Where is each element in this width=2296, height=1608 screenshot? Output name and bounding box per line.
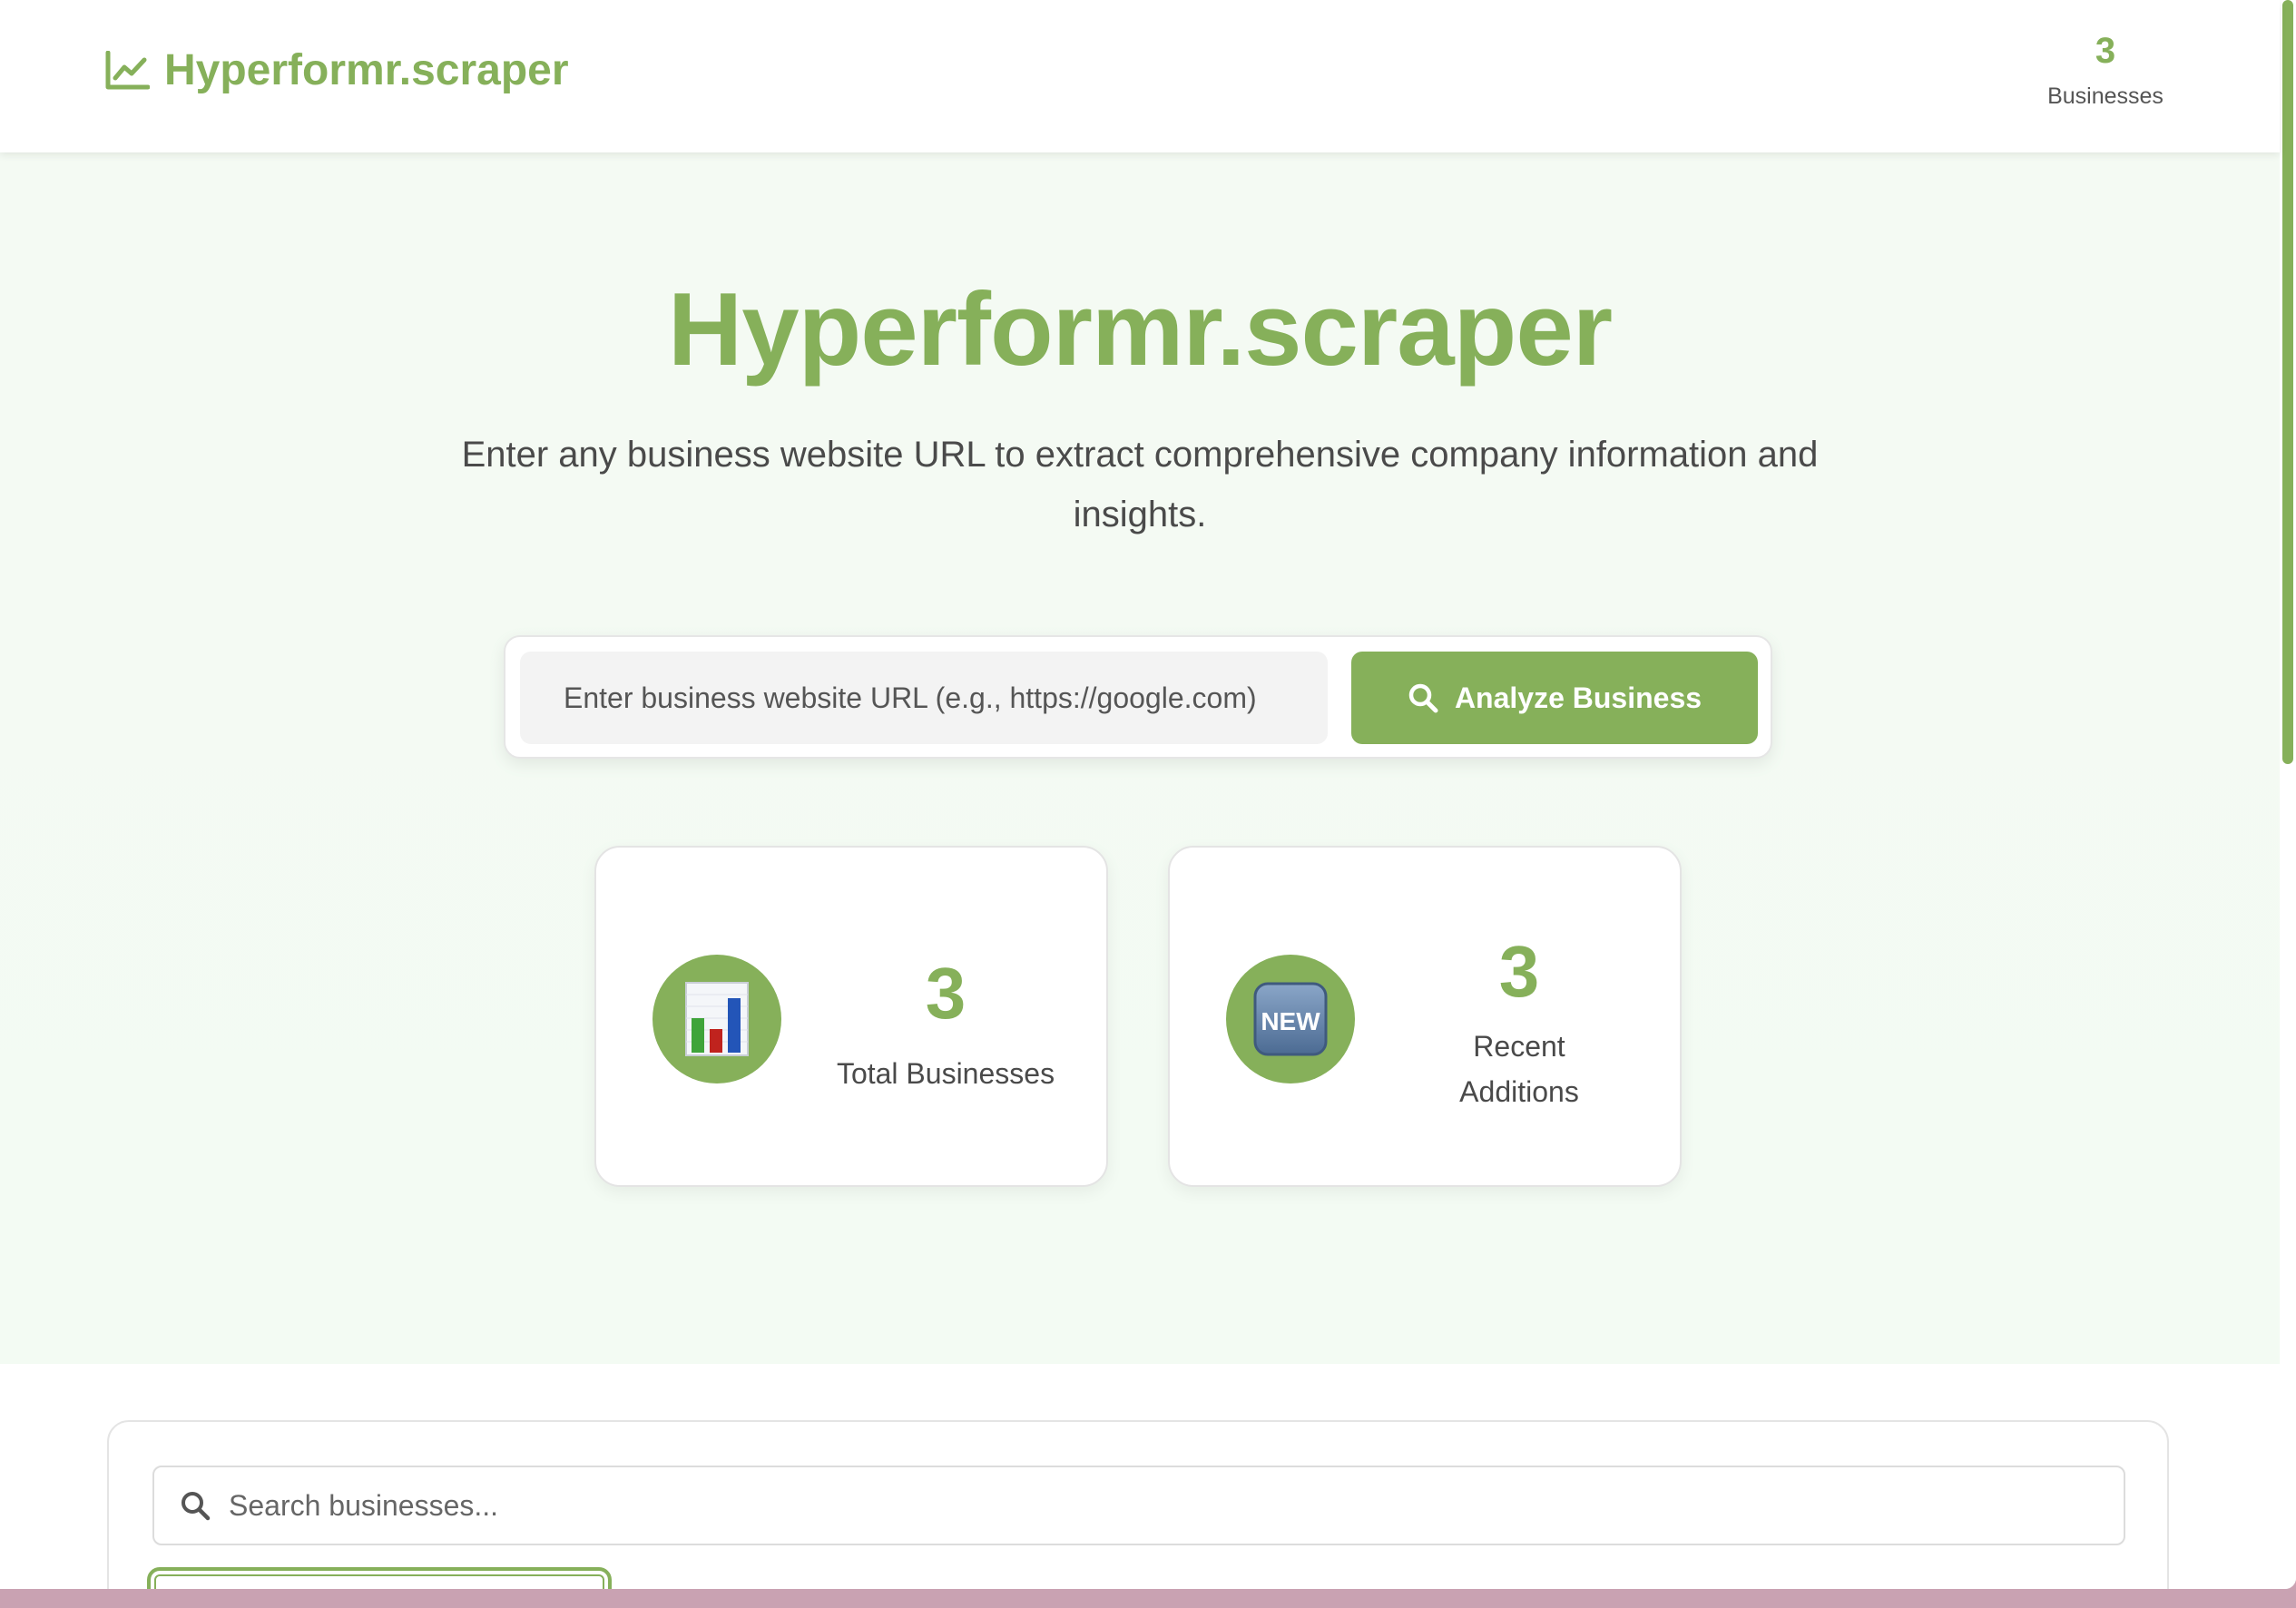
business-search-input[interactable] — [229, 1488, 1953, 1523]
top-header: Hyperformr.scraper 3 Businesses — [0, 0, 2280, 152]
scrollbar-thumb[interactable] — [2282, 0, 2293, 764]
scrollbar[interactable] — [2280, 0, 2296, 1589]
stat-label: Recent Additions — [1459, 1030, 1579, 1108]
stat-icon-circle — [652, 955, 781, 1083]
app-window: Hyperformr.scraper 3 Businesses Hyperfor… — [0, 0, 2296, 1589]
search-icon — [1408, 683, 1438, 713]
new-badge-icon: NEW — [1253, 982, 1328, 1056]
business-list-card — [107, 1420, 2169, 1589]
business-search-field[interactable] — [152, 1466, 2125, 1545]
line-chart-icon — [105, 50, 150, 89]
filter-button-partial[interactable] — [147, 1567, 612, 1589]
stat-value: 3 — [1498, 931, 1540, 1012]
stat-icon-circle: NEW — [1226, 955, 1355, 1083]
stat-text: 3 Recent Additions — [1388, 931, 1651, 1114]
new-badge-text: NEW — [1261, 1007, 1320, 1035]
stat-label: Total Businesses — [836, 1057, 1055, 1090]
stat-card-recent-additions: NEW 3 Recent Additions — [1168, 846, 1682, 1187]
analyze-business-label: Analyze Business — [1454, 681, 1702, 714]
header-stat-label: Businesses — [2047, 83, 2164, 109]
header-stat-value: 3 — [2095, 31, 2116, 71]
brand-name: Hyperformr.scraper — [164, 46, 569, 94]
header-business-count: 3 Businesses — [2033, 27, 2178, 110]
hero-subtitle: Enter any business website URL to extrac… — [461, 435, 1819, 534]
stat-value: 3 — [925, 953, 966, 1034]
url-search-card: Analyze Business — [504, 635, 1772, 759]
url-input[interactable] — [520, 652, 1328, 744]
search-icon — [182, 1492, 211, 1521]
bar-chart-icon — [685, 982, 749, 1056]
stat-card-total-businesses: 3 Total Businesses — [594, 846, 1108, 1187]
brand-logo[interactable]: Hyperformr.scraper — [104, 45, 569, 95]
analyze-business-button[interactable]: Analyze Business — [1351, 652, 1758, 744]
business-list-section — [0, 1364, 2280, 1589]
stat-text: 3 Total Businesses — [814, 953, 1077, 1096]
hero-section: Hyperformr.scraper Enter any business we… — [0, 152, 2280, 1364]
hero-title: Hyperformr.scraper — [667, 272, 1613, 387]
